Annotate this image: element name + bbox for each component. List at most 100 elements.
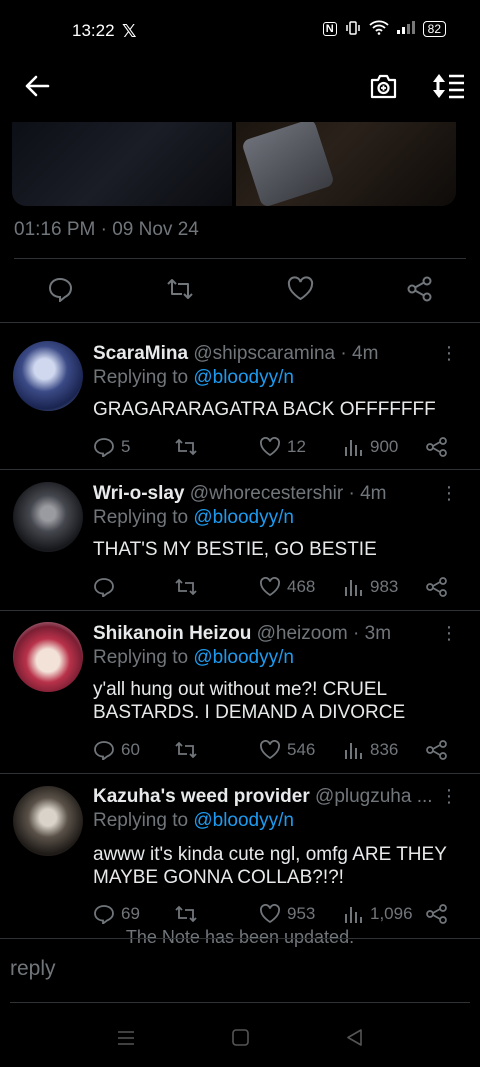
tweet-stats: 5 12 900: [93, 437, 453, 461]
menu-icon[interactable]: [117, 1030, 135, 1051]
more-icon[interactable]: ⋮: [440, 786, 458, 807]
replying-label: Replying to: [93, 367, 194, 388]
tweet-text: GRAGARARAGATRA BACK OFFFFFFF: [93, 399, 436, 420]
tweet-stats: 60 546 836: [93, 740, 453, 764]
like-count[interactable]: 12: [259, 437, 306, 457]
replying-link[interactable]: @bloodyy/n: [193, 367, 294, 388]
divider: [10, 1002, 470, 1003]
tweet-text: THAT'S MY BESTIE, GO BESTIE: [93, 539, 377, 560]
reply-tweet[interactable]: Kazuha's weed provider @plugzuha ... ⋮ R…: [0, 774, 480, 936]
replying-link[interactable]: @bloodyy/n: [193, 507, 294, 528]
media-image-1[interactable]: [12, 122, 232, 206]
view-count-label: 836: [370, 740, 399, 759]
reply-count-label: 69: [121, 904, 140, 923]
tweet-header: Shikanoin Heizou @heizoom · 3m: [93, 623, 443, 645]
like-count[interactable]: 468: [259, 577, 315, 597]
reply-tweet[interactable]: Wri-o-slay @whorecestershir · 4m ⋮ Reply…: [0, 470, 480, 610]
retweet-count[interactable]: [173, 437, 205, 457]
view-count[interactable]: 836: [344, 740, 398, 760]
reply-count-label: 60: [121, 740, 140, 759]
replying-to: Replying to @bloodyy/n: [93, 507, 294, 529]
reply-input[interactable]: reply: [10, 957, 56, 981]
like-count[interactable]: 953: [259, 904, 315, 924]
tweet-text: y'all hung out without me?! CRUEL BASTAR…: [93, 679, 406, 723]
reply-icon[interactable]: [47, 276, 73, 307]
replying-label: Replying to: [93, 647, 194, 668]
system-nav-bar: [0, 1020, 480, 1060]
display-name[interactable]: ScaraMina: [93, 343, 188, 364]
arrow-left-icon[interactable]: [24, 74, 50, 103]
display-name[interactable]: Kazuha's weed provider: [93, 786, 310, 807]
media-image-2[interactable]: [236, 122, 456, 206]
display-name[interactable]: Shikanoin Heizou: [93, 623, 251, 644]
replying-link[interactable]: @bloodyy/n: [193, 647, 294, 668]
reply-count[interactable]: 5: [93, 437, 130, 457]
more-icon[interactable]: ⋮: [440, 623, 458, 644]
back-icon[interactable]: [346, 1029, 363, 1051]
more-icon[interactable]: ⋮: [440, 483, 458, 504]
reply-count[interactable]: 69: [93, 904, 140, 924]
signal-icon: [396, 21, 415, 37]
reply-count-label: 5: [121, 437, 131, 456]
x-logo-icon: 𝕏: [122, 21, 137, 41]
divider: [14, 258, 466, 259]
more-icon[interactable]: ⋮: [440, 343, 458, 364]
view-count-label: 900: [370, 437, 399, 456]
handle[interactable]: @shipscaramina · 4m: [193, 343, 378, 364]
replying-to: Replying to @bloodyy/n: [93, 367, 294, 389]
tweet-header: Wri-o-slay @whorecestershir · 4m: [93, 483, 443, 505]
view-count[interactable]: 1,096: [344, 904, 413, 924]
avatar[interactable]: [13, 786, 83, 856]
retweet-count[interactable]: [173, 904, 205, 924]
view-count-label: 983: [370, 577, 399, 596]
replying-label: Replying to: [93, 507, 194, 528]
reply-tweet[interactable]: Shikanoin Heizou @heizoom · 3m ⋮ Replyin…: [0, 611, 480, 773]
display-name[interactable]: Wri-o-slay: [93, 483, 185, 504]
avatar[interactable]: [13, 341, 83, 411]
media-preview[interactable]: [12, 122, 456, 206]
view-count[interactable]: 900: [344, 437, 398, 457]
handle[interactable]: @heizoom · 3m: [257, 623, 391, 644]
reply-tweet[interactable]: ScaraMina @shipscaramina · 4m ⋮ Replying…: [0, 323, 480, 469]
share-icon[interactable]: [407, 276, 433, 307]
view-count-label: 1,096: [370, 904, 413, 923]
camera-icon[interactable]: [369, 72, 398, 105]
tweet-header: Kazuha's weed provider @plugzuha ...: [93, 786, 443, 808]
like-count-label: 953: [287, 904, 316, 923]
retweet-icon[interactable]: [165, 276, 195, 307]
like-count-label: 12: [287, 437, 306, 456]
share-icon[interactable]: [426, 904, 448, 924]
avatar[interactable]: [13, 482, 83, 552]
share-icon[interactable]: [426, 577, 448, 597]
post-actions: [0, 276, 480, 306]
like-count[interactable]: 546: [259, 740, 315, 760]
tweet-stats: 468 983: [93, 577, 453, 601]
battery-icon: 82: [422, 21, 446, 37]
replying-to: Replying to @bloodyy/n: [93, 810, 294, 832]
tweet-stats: 69 953 1,096: [93, 904, 453, 928]
vibrate-icon: [345, 20, 361, 38]
replying-to: Replying to @bloodyy/n: [93, 647, 294, 669]
nfc-icon: N: [322, 22, 337, 36]
share-icon[interactable]: [426, 437, 448, 457]
handle[interactable]: @plugzuha ...: [315, 786, 433, 807]
replying-label: Replying to: [93, 810, 194, 831]
post-timestamp: 01:16 PM · 09 Nov 24: [14, 219, 199, 240]
retweet-count[interactable]: [173, 577, 205, 597]
share-icon[interactable]: [426, 740, 448, 760]
tweet-header: ScaraMina @shipscaramina · 4m: [93, 343, 443, 365]
retweet-count[interactable]: [173, 740, 205, 760]
handle[interactable]: @whorecestershir · 4m: [190, 483, 387, 504]
sort-icon[interactable]: [431, 72, 465, 105]
view-count[interactable]: 983: [344, 577, 398, 597]
tweet-text: awww it's kinda cute ngl, omfg ARE THEY …: [93, 844, 447, 888]
avatar[interactable]: [13, 622, 83, 692]
home-icon[interactable]: [232, 1029, 249, 1051]
like-icon[interactable]: [287, 276, 314, 307]
top-bar: [0, 60, 480, 116]
status-bar: 13:22 𝕏 N 82: [0, 0, 480, 60]
reply-count[interactable]: 60: [93, 740, 140, 760]
replying-link[interactable]: @bloodyy/n: [193, 810, 294, 831]
divider: [0, 938, 480, 939]
reply-count[interactable]: [93, 577, 121, 597]
